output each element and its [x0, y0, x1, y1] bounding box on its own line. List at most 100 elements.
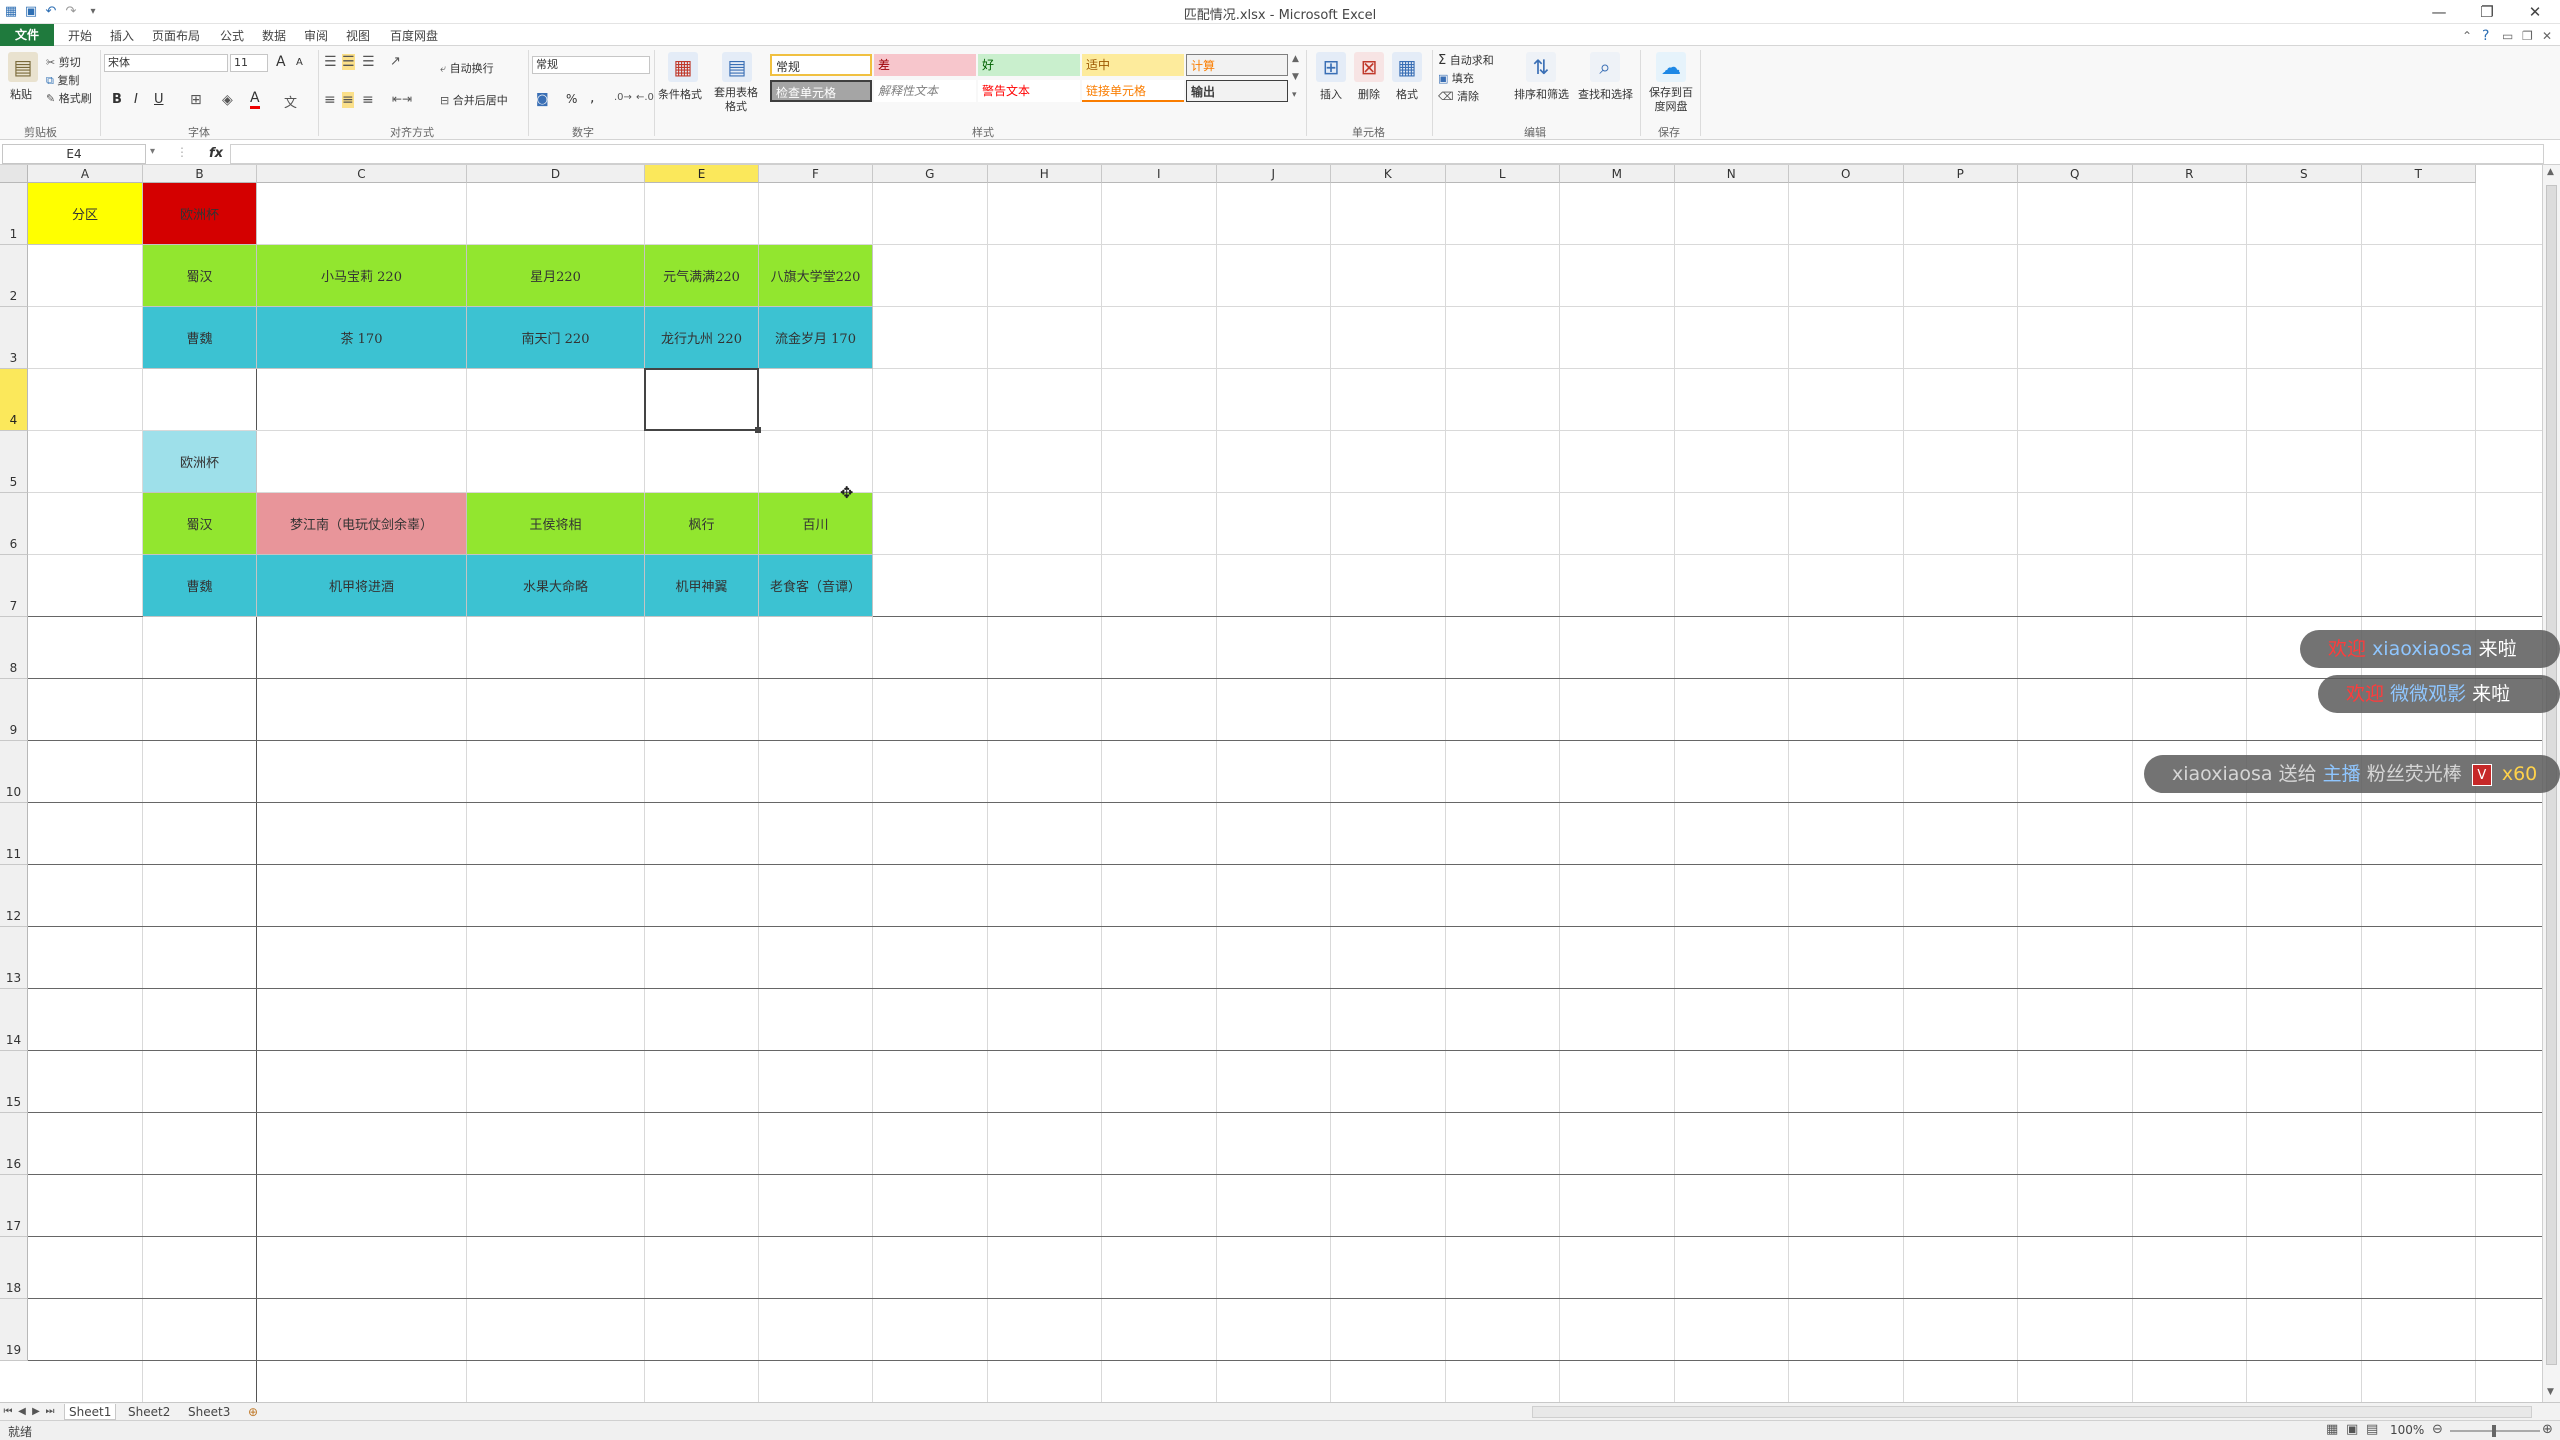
- first-sheet-icon[interactable]: ⏮: [2, 1404, 14, 1420]
- style-calculation[interactable]: 计算: [1186, 54, 1288, 76]
- align-left-icon[interactable]: ≡: [324, 92, 336, 108]
- phonetic-icon[interactable]: 文: [284, 92, 297, 111]
- format-painter-button[interactable]: ✎ 格式刷: [46, 90, 92, 106]
- ribbon-collapse-icon[interactable]: ⌃: [2462, 27, 2472, 45]
- scroll-up-icon[interactable]: ▲: [2547, 167, 2554, 177]
- row-header-12[interactable]: 12: [0, 865, 28, 927]
- align-middle-icon[interactable]: ☰: [342, 54, 355, 70]
- fill-color-icon[interactable]: ◈: [222, 92, 233, 108]
- grow-font-button[interactable]: A: [276, 54, 286, 70]
- scroll-down-icon[interactable]: ▼: [2547, 1387, 2554, 1397]
- row-header-10[interactable]: 10: [0, 741, 28, 803]
- cut-button[interactable]: ✂ 剪切: [46, 54, 81, 70]
- row-header-14[interactable]: 14: [0, 989, 28, 1051]
- styles-scroll-down-icon[interactable]: ▼: [1292, 72, 1299, 82]
- sort-filter-button[interactable]: 排序和筛选: [1514, 86, 1569, 102]
- cell-d2[interactable]: 星月220: [467, 245, 645, 307]
- normal-view-icon[interactable]: ▦: [2326, 1422, 2338, 1437]
- font-size-select[interactable]: 11: [230, 54, 268, 72]
- copy-button[interactable]: ⧉ 复制: [46, 72, 79, 88]
- tab-view[interactable]: 视图: [346, 27, 370, 45]
- row-header-15[interactable]: 15: [0, 1051, 28, 1113]
- restore-button[interactable]: ❐: [2472, 2, 2502, 22]
- tab-page-layout[interactable]: 页面布局: [152, 27, 200, 45]
- insert-cells-icon[interactable]: ⊞: [1316, 52, 1346, 82]
- style-good[interactable]: 好: [978, 54, 1080, 76]
- underline-button[interactable]: U: [154, 92, 164, 107]
- column-header-r[interactable]: R: [2132, 165, 2247, 183]
- doc-restore-icon[interactable]: ❐: [2522, 27, 2533, 45]
- wrap-text-button[interactable]: ⤶ 自动换行: [440, 60, 494, 76]
- autosum-button[interactable]: Σ 自动求和: [1438, 52, 1494, 68]
- sheet-tab-sheet3[interactable]: Sheet3: [184, 1404, 234, 1420]
- italic-button[interactable]: I: [134, 92, 138, 107]
- column-header-c[interactable]: C: [257, 165, 467, 183]
- row-header-5[interactable]: 5: [0, 431, 28, 493]
- baidu-cloud-icon[interactable]: ☁: [1656, 52, 1686, 82]
- align-bottom-icon[interactable]: ☰: [362, 54, 375, 70]
- tab-baidu-netdisk[interactable]: 百度网盘: [390, 27, 438, 45]
- formula-input[interactable]: [230, 144, 2544, 164]
- indent-icon[interactable]: ⇤⇥: [392, 92, 412, 106]
- cell-b2[interactable]: 蜀汉: [143, 245, 257, 307]
- percent-button[interactable]: %: [566, 92, 577, 106]
- save-to-baidu-button[interactable]: 保存到百度网盘: [1646, 86, 1696, 114]
- column-header-k[interactable]: K: [1331, 165, 1446, 183]
- cell-f7[interactable]: 老食客（音谭）: [759, 555, 873, 617]
- cell-c6[interactable]: 梦江南（电玩仗剑余辜）: [257, 493, 467, 555]
- cell-f6[interactable]: 百川: [759, 493, 873, 555]
- column-header-i[interactable]: I: [1102, 165, 1217, 183]
- zoom-out-icon[interactable]: ⊖: [2432, 1422, 2443, 1437]
- find-select-icon[interactable]: ⌕: [1590, 52, 1620, 82]
- cell-b6[interactable]: 蜀汉: [143, 493, 257, 555]
- paste-icon[interactable]: ▤: [8, 52, 38, 82]
- row-header-11[interactable]: 11: [0, 803, 28, 865]
- row-header-3[interactable]: 3: [0, 307, 28, 369]
- style-normal[interactable]: 常规: [770, 54, 872, 76]
- row-header-1[interactable]: 1: [0, 183, 28, 245]
- style-warning[interactable]: 警告文本: [978, 80, 1080, 102]
- fill-button[interactable]: ▣ 填充: [1438, 70, 1474, 86]
- orientation-icon[interactable]: ↗: [390, 54, 401, 69]
- prev-sheet-icon[interactable]: ◀: [16, 1404, 28, 1420]
- style-output[interactable]: 输出: [1186, 80, 1288, 102]
- tab-formulas[interactable]: 公式: [220, 27, 244, 45]
- column-header-m[interactable]: M: [1560, 165, 1675, 183]
- row-header-8[interactable]: 8: [0, 617, 28, 679]
- format-as-table-label[interactable]: 套用表格格式: [714, 86, 758, 114]
- column-header-s[interactable]: S: [2247, 165, 2362, 183]
- tab-insert[interactable]: 插入: [110, 27, 134, 45]
- insert-cells-button[interactable]: 插入: [1320, 86, 1342, 102]
- row-header-4[interactable]: 4: [0, 369, 28, 431]
- column-header-q[interactable]: Q: [2018, 165, 2133, 183]
- doc-close-icon[interactable]: ✕: [2542, 27, 2552, 45]
- select-all-corner[interactable]: [0, 165, 28, 183]
- number-format-select[interactable]: 常规: [532, 56, 650, 74]
- column-header-t[interactable]: T: [2361, 165, 2476, 183]
- cell-e3[interactable]: 龙行九州 220: [645, 307, 759, 369]
- style-check-cell[interactable]: 检查单元格: [770, 80, 872, 102]
- column-header-d[interactable]: D: [467, 165, 645, 183]
- align-top-icon[interactable]: ☰: [324, 54, 337, 70]
- column-header-b[interactable]: B: [143, 165, 257, 183]
- cell-e6[interactable]: 枫行: [645, 493, 759, 555]
- format-cells-icon[interactable]: ▦: [1392, 52, 1422, 82]
- horizontal-scrollbar[interactable]: [1532, 1406, 2532, 1418]
- delete-cells-icon[interactable]: ⊠: [1354, 52, 1384, 82]
- clear-button[interactable]: ⌫ 清除: [1438, 88, 1479, 104]
- align-center-icon[interactable]: ≡: [342, 92, 354, 108]
- row-header-16[interactable]: 16: [0, 1113, 28, 1175]
- row-header-13[interactable]: 13: [0, 927, 28, 989]
- cell-c2[interactable]: 小马宝莉 220: [257, 245, 467, 307]
- fill-handle[interactable]: [755, 427, 761, 433]
- zoom-slider-thumb[interactable]: [2492, 1425, 2496, 1437]
- cell-d6[interactable]: 王侯将相: [467, 493, 645, 555]
- tab-data[interactable]: 数据: [262, 27, 286, 45]
- sort-filter-icon[interactable]: ⇅: [1526, 52, 1556, 82]
- column-header-o[interactable]: O: [1789, 165, 1904, 183]
- sheet-tab-sheet1[interactable]: Sheet1: [64, 1404, 117, 1420]
- column-header-h[interactable]: H: [987, 165, 1102, 183]
- row-header-18[interactable]: 18: [0, 1237, 28, 1299]
- row-header-2[interactable]: 2: [0, 245, 28, 307]
- row-header-9[interactable]: 9: [0, 679, 28, 741]
